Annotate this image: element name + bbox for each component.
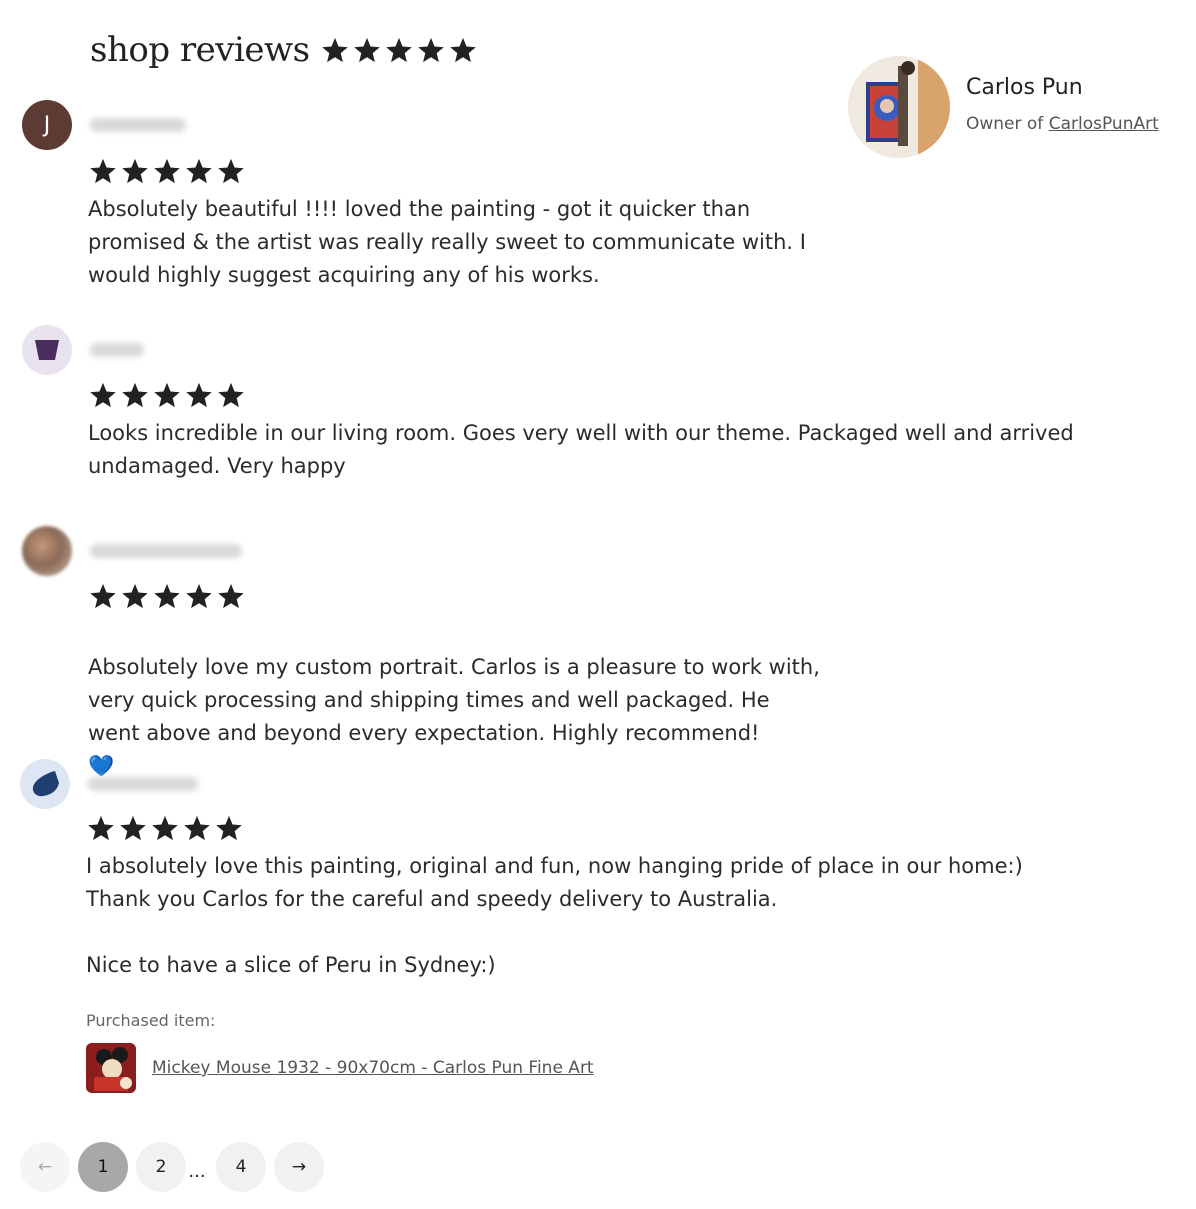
star-icon	[122, 382, 148, 408]
star-icon	[353, 37, 380, 63]
reviewer-shape-icon	[32, 771, 59, 797]
page-title: shop reviews	[90, 30, 310, 70]
review-text: I absolutely love this painting, origina…	[86, 854, 1023, 977]
star-icon	[154, 583, 180, 609]
star-icon	[122, 583, 148, 609]
purchased-item-link[interactable]: Mickey Mouse 1932 - 90x70cm - Carlos Pun…	[152, 1058, 594, 1078]
page-1-button[interactable]: 1	[78, 1142, 128, 1192]
star-icon	[186, 158, 212, 184]
reviewer-name-blurred[interactable]	[90, 544, 242, 558]
star-icon	[186, 583, 212, 609]
star-icon	[184, 815, 210, 841]
star-icon	[154, 382, 180, 408]
owner-name: Carlos Pun	[966, 74, 1083, 100]
review-rating-stars	[88, 582, 246, 610]
star-icon	[122, 158, 148, 184]
review-rating-stars	[86, 814, 244, 842]
reviewer-avatar[interactable]	[22, 325, 72, 375]
owner-role-prefix: Owner of	[966, 113, 1044, 134]
reviewer-avatar[interactable]: J	[22, 100, 72, 150]
star-icon	[152, 815, 178, 841]
star-icon	[90, 583, 116, 609]
owner-avatar[interactable]	[848, 56, 950, 158]
pagination: ← 1 2 ... 4 →	[20, 1142, 332, 1192]
reviews-header: shop reviews	[90, 30, 478, 70]
star-icon	[154, 158, 180, 184]
star-icon	[218, 158, 244, 184]
next-page-button[interactable]: →	[274, 1142, 324, 1192]
owner-shop-line: Owner of CarlosPunArt	[966, 114, 1159, 134]
purchased-item-label: Purchased item:	[86, 1011, 216, 1030]
page-4-button[interactable]: 4	[216, 1142, 266, 1192]
star-icon	[449, 37, 476, 63]
star-icon	[218, 382, 244, 408]
shop-link[interactable]: CarlosPunArt	[1049, 114, 1159, 134]
page-2-button[interactable]: 2	[136, 1142, 186, 1192]
review-rating-stars	[88, 157, 246, 185]
reviewer-name-blurred[interactable]	[88, 777, 198, 791]
purchased-item-thumbnail[interactable]	[86, 1043, 136, 1093]
review-rating-stars	[88, 381, 246, 409]
reviewer-name-blurred[interactable]	[90, 343, 144, 357]
star-icon	[90, 158, 116, 184]
review-text: Absolutely beautiful !!!! loved the pain…	[88, 197, 806, 287]
star-icon	[385, 37, 412, 63]
star-icon	[120, 815, 146, 841]
purchased-item[interactable]: Mickey Mouse 1932 - 90x70cm - Carlos Pun…	[86, 1043, 594, 1093]
pagination-ellipsis: ...	[188, 1160, 206, 1182]
review-text-body: Absolutely love my custom portrait. Carl…	[88, 655, 820, 745]
star-icon	[216, 815, 242, 841]
star-icon	[218, 583, 244, 609]
review-text: Looks incredible in our living room. Goe…	[88, 421, 1074, 478]
reviewer-name-blurred[interactable]	[90, 118, 186, 132]
blue-heart-emoji: 💙	[88, 754, 115, 778]
reviewer-avatar-letter: J	[43, 112, 51, 138]
reviewer-bag-icon	[35, 340, 59, 360]
previous-page-button[interactable]: ←	[20, 1142, 70, 1192]
arrow-right-icon: →	[291, 1157, 307, 1177]
star-icon	[417, 37, 444, 63]
star-icon	[90, 382, 116, 408]
overall-rating-stars	[320, 36, 478, 64]
star-icon	[88, 815, 114, 841]
review-text: Absolutely love my custom portrait. Carl…	[88, 618, 820, 783]
reviewer-avatar[interactable]	[22, 526, 72, 576]
shop-owner-card: Carlos Pun Owner of CarlosPunArt	[848, 56, 1159, 158]
reviewer-avatar[interactable]	[20, 759, 70, 809]
star-icon	[186, 382, 212, 408]
star-icon	[321, 37, 348, 63]
arrow-left-icon: ←	[37, 1157, 53, 1177]
